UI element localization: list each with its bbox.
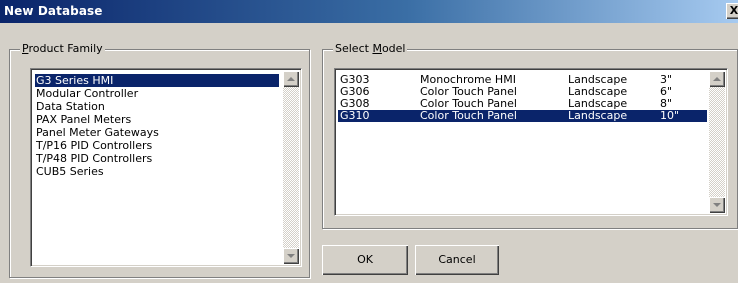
model-orientation-cell: Landscape [568,109,628,122]
dialog-title: New Database [4,4,103,18]
product-family-item[interactable]: Panel Meter Gateways [35,126,279,139]
scroll-down-icon [287,254,295,258]
model-type-cell: Color Touch Panel [420,109,517,122]
model-row[interactable]: G310 Color Touch Panel Landscape 10" [338,110,707,122]
model-model-cell: G310 [340,109,370,122]
product-family-item[interactable]: Modular Controller [35,87,279,100]
product-family-list[interactable]: G3 Series HMI Modular Controller Data Stat… [30,68,302,267]
product-family-item[interactable]: T/P48 PID Controllers [35,152,279,165]
cancel-button[interactable]: Cancel [415,245,499,275]
ok-label: OK [357,253,373,266]
scroll-up-icon [287,77,295,81]
ok-button[interactable]: OK [322,245,408,275]
close-button[interactable]: X [726,3,738,19]
model-row[interactable]: G306 Color Touch Panel Landscape 6" [338,86,707,98]
model-size-cell: 10" [660,109,680,122]
scroll-up-button[interactable] [283,71,299,87]
product-family-scrollbar[interactable] [283,71,299,264]
select-model-scrollbar[interactable] [709,71,725,213]
product-family-item[interactable]: PAX Panel Meters [35,113,279,126]
model-row[interactable]: G308 Color Touch Panel Landscape 8" [338,98,707,110]
product-family-item[interactable]: Data Station [35,100,279,113]
product-family-item[interactable]: T/P16 PID Controllers [35,139,279,152]
scroll-down-button[interactable] [283,248,299,264]
scroll-down-button[interactable] [709,197,725,213]
new-database-dialog: New Database X Product Family G3 Series … [0,0,738,283]
scroll-up-icon [713,77,721,81]
select-model-list[interactable]: G303 Monochrome HMI Landscape 3" G306 Color T… [334,68,728,216]
title-bar[interactable]: New Database X [0,0,738,23]
select-model-label: Select Model [333,42,408,55]
close-icon: X [729,4,738,17]
product-family-item[interactable]: G3 Series HMI [35,74,279,87]
product-family-item[interactable]: CUB5 Series [35,165,279,178]
scroll-down-icon [713,203,721,207]
scroll-up-button[interactable] [709,71,725,87]
model-row[interactable]: G303 Monochrome HMI Landscape 3" [338,74,707,86]
cancel-label: Cancel [438,253,476,266]
product-family-label: Product Family [20,42,105,55]
